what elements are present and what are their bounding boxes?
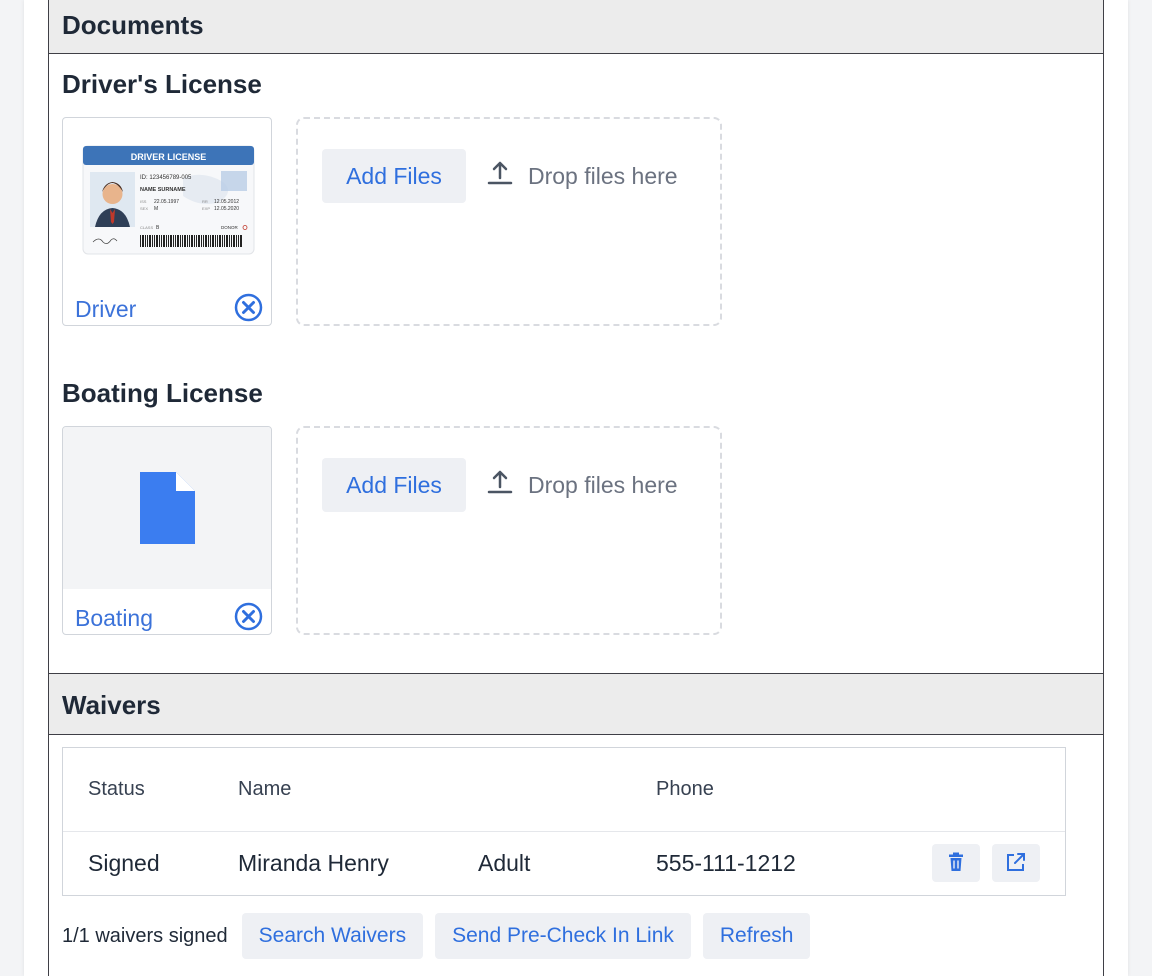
upload-icon — [486, 158, 514, 194]
upload-icon — [486, 467, 514, 503]
svg-text:RR: RR — [202, 199, 208, 204]
file-icon — [140, 472, 195, 544]
svg-text:DONOR: DONOR — [221, 225, 239, 230]
refresh-button[interactable]: Refresh — [702, 913, 811, 959]
waiver-type: Adult — [478, 850, 531, 876]
driver-file-thumbnail[interactable]: DRIVER LICENSE ID: 123456789-005 NAME SU… — [62, 117, 272, 326]
card-id-line: ID: 123456789-005 — [140, 175, 192, 181]
waivers-table: Status Name Phone Signed Miranda Henry A… — [62, 747, 1066, 896]
remove-driver-file-icon[interactable] — [234, 293, 263, 322]
drop-hint-text: Drop files here — [528, 471, 678, 498]
svg-text:ISS: ISS — [140, 199, 147, 204]
waiver-phone: 555-111-1212 — [656, 850, 796, 876]
svg-text:SEX: SEX — [140, 206, 148, 211]
svg-text:CLASS: CLASS — [140, 225, 153, 230]
delete-waiver-button[interactable] — [932, 844, 980, 882]
column-header-phone: Phone — [656, 778, 714, 800]
waivers-footer: 1/1 waivers signed Search Waivers Send P… — [62, 913, 811, 959]
remove-boating-file-icon[interactable] — [234, 602, 263, 631]
drop-hint-text: Drop files here — [528, 162, 678, 189]
send-precheckin-link-button[interactable]: Send Pre-Check In Link — [435, 913, 691, 959]
boating-file-preview — [63, 427, 271, 589]
boating-file-caption[interactable]: Boating — [75, 605, 153, 632]
row-divider — [63, 831, 1065, 832]
waiver-name: Miranda Henry — [238, 850, 389, 876]
boating-add-files-button[interactable]: Add Files — [322, 458, 466, 512]
waiver-status: Signed — [88, 850, 160, 876]
boating-license-title: Boating License — [62, 378, 263, 408]
boating-dropzone[interactable]: Add Files Drop files here — [296, 426, 722, 635]
driver-add-files-button[interactable]: Add Files — [322, 149, 466, 203]
svg-text:EXP: EXP — [202, 206, 210, 211]
card-heading: DRIVER LICENSE — [131, 152, 207, 162]
svg-text:12.05.2012: 12.05.2012 — [214, 199, 239, 205]
driver-license-preview: DRIVER LICENSE ID: 123456789-005 NAME SU… — [63, 118, 271, 280]
column-header-status: Status — [88, 778, 145, 800]
external-link-icon — [1005, 851, 1027, 876]
waivers-summary: 1/1 waivers signed — [62, 924, 228, 947]
driver-file-caption[interactable]: Driver — [75, 296, 136, 323]
column-header-name: Name — [238, 778, 292, 800]
card-name-line: NAME SURNAME — [140, 187, 186, 193]
driver-dropzone[interactable]: Add Files Drop files here — [296, 117, 722, 326]
waivers-header: Waivers — [49, 673, 1103, 735]
svg-text:22.05.1997: 22.05.1997 — [154, 199, 179, 205]
open-waiver-button[interactable] — [992, 844, 1040, 882]
content-panel: Documents Driver's License DRIVER LICENS… — [48, 0, 1104, 976]
boating-file-thumbnail[interactable]: Boating — [62, 426, 272, 635]
drivers-license-title: Driver's License — [62, 69, 262, 99]
svg-text:12.05.2020: 12.05.2020 — [214, 206, 239, 212]
boating-drop-hint: Drop files here — [486, 458, 678, 512]
documents-header: Documents — [49, 0, 1103, 54]
svg-text:M: M — [154, 206, 158, 212]
search-waivers-button[interactable]: Search Waivers — [241, 913, 424, 959]
driver-drop-hint: Drop files here — [486, 149, 678, 203]
trash-icon — [947, 852, 965, 875]
